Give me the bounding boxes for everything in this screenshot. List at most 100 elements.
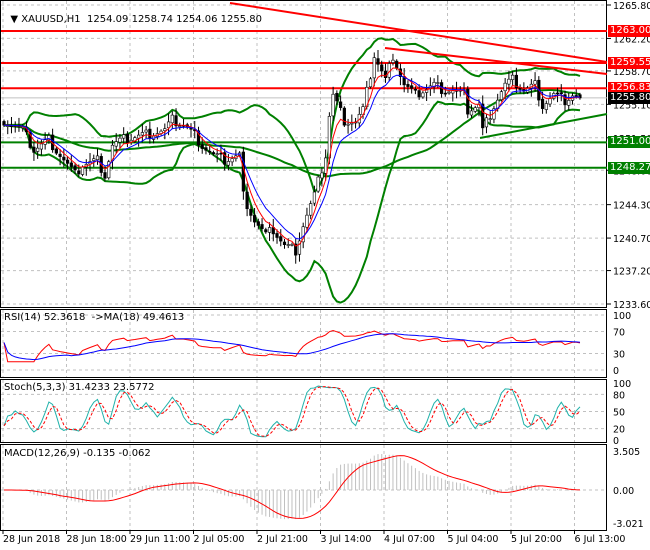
level-price-label: 1248.27 <box>608 161 650 174</box>
stoch-title: Stoch(5,3,3) 31.4233 23.5772 <box>4 382 155 393</box>
candle <box>338 101 343 108</box>
candle <box>65 159 70 164</box>
time-label: 4 Jul 07:00 <box>384 534 435 545</box>
candle <box>125 133 130 144</box>
chart-canvas[interactable]: 28 Jun 2018 28 Jun 18:00 29 Jun 11:00 2 Jul… <box>0 0 650 550</box>
candle <box>219 152 223 155</box>
candle <box>376 58 380 65</box>
trading-chart-window: 28 Jun 2018 28 Jun 18:00 29 Jun 11:00 2 Jul… <box>0 0 650 550</box>
stoch-tick-label: 20 <box>613 425 625 436</box>
candle <box>279 236 283 242</box>
candle <box>290 244 294 246</box>
candle <box>324 157 328 174</box>
candle <box>36 147 40 152</box>
stoch-tick-label: 50 <box>613 408 625 419</box>
candle <box>103 172 107 179</box>
time-label: 29 Jun 11:00 <box>130 534 190 545</box>
candle <box>137 134 141 139</box>
candle <box>481 103 485 129</box>
candle <box>62 156 66 161</box>
time-label: 28 Jun 2018 <box>3 534 60 545</box>
candle <box>144 129 148 133</box>
candle <box>350 122 354 125</box>
candle <box>260 224 264 229</box>
candle <box>39 143 43 150</box>
candle <box>410 85 414 89</box>
candle <box>69 162 73 167</box>
candle <box>372 57 376 79</box>
candle <box>163 128 167 131</box>
macd-tick-label: 0.00 <box>613 486 634 497</box>
candle <box>312 191 317 204</box>
time-label: 28 Jun 18:00 <box>67 534 127 545</box>
candle <box>533 80 537 85</box>
candle <box>320 172 324 179</box>
time-label: 2 Jul 21:00 <box>257 534 308 545</box>
candle <box>391 59 395 63</box>
ohlc-readout: 1254.09 1258.74 1254.06 1255.80 <box>87 14 262 25</box>
stoch-tick-label: 100 <box>613 379 631 390</box>
time-label: 2 Jul 05:00 <box>194 534 245 545</box>
candle <box>555 92 560 95</box>
macd-title: MACD(12,26,9) -0.135 -0.062 <box>4 448 151 459</box>
candle <box>368 78 373 88</box>
macd-tick-label: -3.021 <box>613 519 644 530</box>
candle <box>92 158 96 161</box>
level-price-label: 1263.00 <box>608 25 650 37</box>
candle <box>2 121 6 126</box>
candle <box>421 92 425 98</box>
candle <box>264 229 268 233</box>
candle <box>80 166 85 175</box>
time-label: 5 Jul 04:00 <box>448 534 499 545</box>
time-label: 5 Jul 20:00 <box>511 534 562 545</box>
candle <box>469 110 474 116</box>
candle <box>122 134 126 139</box>
rsi-tick-label: 100 <box>613 311 631 322</box>
chart-header: ▼ XAUUSD,H1 1254.09 1258.74 1254.06 1255… <box>4 3 262 36</box>
candle <box>436 82 440 84</box>
candle <box>540 98 545 109</box>
candle <box>77 170 81 175</box>
stoch-tick-label: 0 <box>613 436 619 447</box>
candle <box>73 165 77 171</box>
candle <box>488 118 492 120</box>
time-label: 6 Jul 13:00 <box>575 534 626 545</box>
candle <box>331 93 335 117</box>
candle <box>170 114 174 124</box>
candle <box>309 203 313 216</box>
candle <box>215 153 219 155</box>
price-label: 1240.70 <box>613 234 650 245</box>
candle <box>275 233 279 238</box>
symbol-label: XAUUSD,H1 <box>21 14 81 25</box>
candle <box>114 141 118 147</box>
stoch-tick-label: 80 <box>613 390 625 401</box>
candle <box>335 93 339 102</box>
candle <box>346 123 350 126</box>
candle <box>245 191 249 210</box>
dropdown-triangle-icon[interactable]: ▼ <box>10 14 21 25</box>
price-label: 1244.30 <box>613 201 650 212</box>
candle <box>230 158 234 163</box>
candle <box>406 84 410 87</box>
candle <box>58 153 62 157</box>
macd-tick-label: 3.505 <box>613 447 640 458</box>
candle <box>567 100 571 106</box>
candle <box>503 82 507 92</box>
candle <box>342 107 346 126</box>
candle <box>256 221 260 226</box>
time-label: 3 Jul 14:00 <box>321 534 372 545</box>
pane-border-0 <box>0 0 607 308</box>
candle <box>316 176 320 192</box>
price-label: 1237.20 <box>613 267 650 278</box>
candle <box>204 147 208 151</box>
candle <box>189 127 193 130</box>
candle <box>380 64 384 72</box>
candle <box>395 60 399 69</box>
candle <box>413 88 418 91</box>
candle <box>249 208 253 216</box>
candle <box>511 74 515 80</box>
candle <box>211 152 216 155</box>
candle <box>305 214 309 228</box>
price-label: 1233.60 <box>613 300 650 311</box>
candle <box>559 92 563 95</box>
